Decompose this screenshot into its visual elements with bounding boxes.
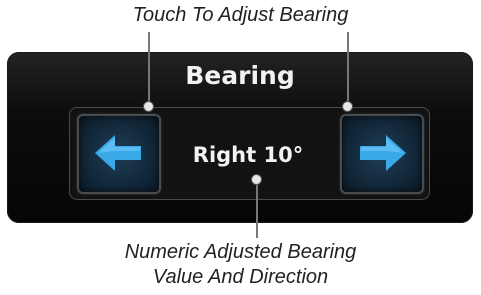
bottom-callout-dot	[251, 174, 262, 185]
decrease-bearing-button[interactable]	[77, 114, 161, 194]
bearing-value: Right 10°	[192, 143, 304, 167]
bottom-callout-line1: Numeric Adjusted Bearing	[124, 241, 357, 263]
bottom-leader-line	[256, 180, 258, 238]
left-callout-dot	[143, 101, 154, 112]
panel-title: Bearing	[185, 61, 295, 90]
increase-bearing-button[interactable]	[340, 114, 424, 194]
right-callout-dot	[342, 101, 353, 112]
bottom-callout-line2: Value And Direction	[152, 266, 329, 288]
right-leader-line	[347, 32, 349, 105]
left-leader-line	[148, 32, 150, 105]
top-callout-label: Touch To Adjust Bearing	[132, 4, 349, 26]
